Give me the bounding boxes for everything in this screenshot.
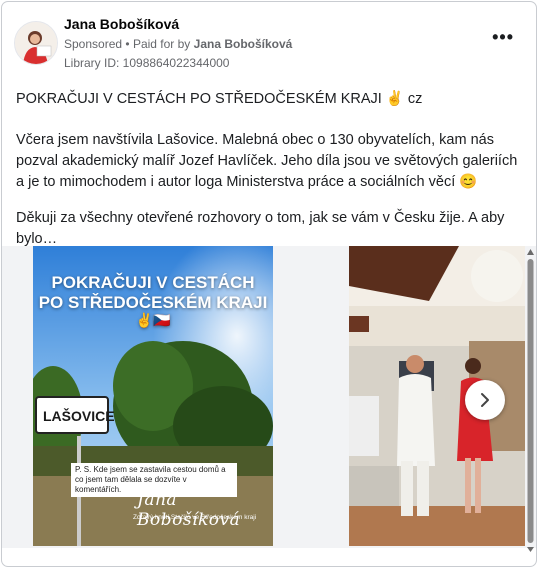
scrollbar[interactable] — [526, 247, 535, 553]
sponsored-label: Sponsored — [64, 37, 123, 51]
avatar[interactable] — [14, 21, 58, 65]
carousel-next-button[interactable] — [465, 380, 505, 420]
post-text-headline: POKRAČUJI V CESTÁCH PO STŘEDOČESKÉM KRAJ… — [16, 91, 423, 107]
poster-signature-subtitle: Zdravý hnutí Stačilo ve Středočeském kra… — [133, 514, 257, 521]
paid-for-name[interactable]: Jana Bobošíková — [194, 37, 293, 51]
chevron-right-icon — [481, 393, 489, 407]
scroll-down-icon — [527, 547, 534, 552]
post-text-truncated[interactable]: Děkuji za všechny otevřené rozhovory o t… — [16, 208, 522, 250]
village-sign-text: LAŠOVICE — [43, 408, 115, 424]
carousel-slide-1[interactable]: POKRAČUJI V CESTÁCH PO STŘEDOČESKÉM KRAJ… — [33, 246, 273, 546]
scrollbar-thumb — [527, 259, 534, 543]
poster-signature: Jana Bobošíková — [137, 490, 241, 530]
poster-title-line1: POKRAČUJI V CESTÁCH — [51, 273, 255, 292]
paid-for-prefix: Paid for by — [132, 37, 191, 51]
library-id: Library ID: 1098864022344000 — [64, 56, 230, 70]
village-sign: LAŠOVICE — [35, 396, 115, 434]
ad-card: Jana Bobošíková Sponsored • Paid for by … — [1, 1, 537, 567]
scroll-up-icon — [527, 249, 534, 255]
poster-title-emoji: ✌️🇨🇿 — [135, 312, 171, 328]
more-options-button[interactable]: ••• — [492, 28, 514, 46]
media-carousel: POKRAČUJI V CESTÁCH PO STŘEDOČESKÉM KRAJ… — [2, 246, 536, 548]
sponsored-line: Sponsored • Paid for by Jana Bobošíková — [64, 37, 292, 51]
author-name[interactable]: Jana Bobošíková — [64, 16, 179, 32]
post-text-body: Včera jsem navštívila Lašovice. Malebná … — [16, 132, 518, 190]
separator-dot: • — [125, 37, 133, 51]
